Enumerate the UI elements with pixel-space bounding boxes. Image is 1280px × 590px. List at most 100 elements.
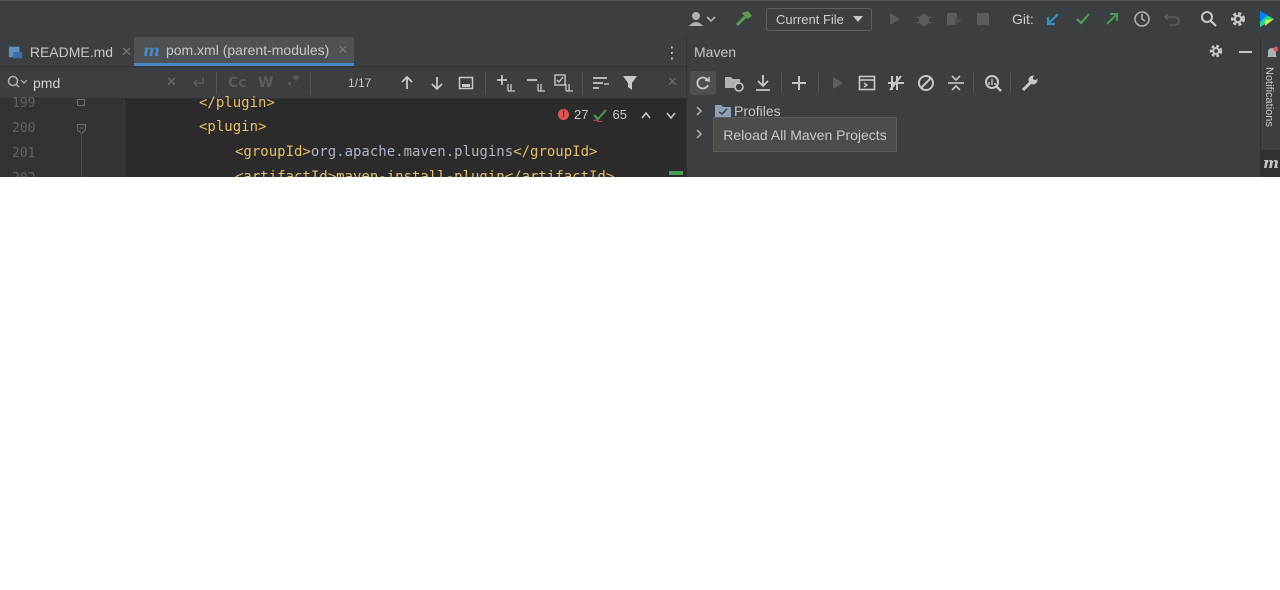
xml-open-tag: <groupId> <box>235 144 311 160</box>
add-icon[interactable] <box>791 74 807 96</box>
skip-tests-icon[interactable] <box>917 74 935 96</box>
error-count: 27 <box>574 107 589 122</box>
search-icon[interactable] <box>1198 8 1220 30</box>
git-push-icon[interactable] <box>1101 8 1123 30</box>
settings-icon[interactable] <box>1227 8 1249 30</box>
rollback-icon[interactable] <box>1161 8 1183 30</box>
tab-pom-label: pom.xml (parent-modules) <box>165 42 330 58</box>
change-marker <box>669 171 683 175</box>
match-case-toggle[interactable]: Cc <box>228 75 247 91</box>
editor-gutter: 199 200 201 202 <box>0 96 124 177</box>
xml-value: org.apache.maven.plugins <box>310 144 514 160</box>
fold-marker-icon[interactable] <box>77 99 85 106</box>
whole-word-toggle[interactable]: W <box>258 75 273 91</box>
tab-readme[interactable]: README.md ✕ <box>8 37 132 66</box>
main-toolbar: Current File Git: <box>0 0 1280 37</box>
debug-icon[interactable] <box>913 8 935 30</box>
warning-count: 65 <box>612 107 627 122</box>
line-number: 201 <box>12 146 36 161</box>
maven-panel-title: Maven <box>694 44 737 60</box>
line-number: 202 <box>12 171 35 177</box>
code-line: </plugin> <box>199 95 275 111</box>
divider <box>310 72 311 94</box>
run-icon[interactable] <box>831 75 845 95</box>
arrow-down-icon[interactable] <box>429 75 445 95</box>
add-occurrence-icon[interactable] <box>496 74 516 96</box>
clear-search-icon[interactable]: ✕ <box>166 75 177 90</box>
error-icon: ! <box>558 109 569 120</box>
code-line: <groupId>org.apache.maven.plugins</group… <box>235 144 597 160</box>
close-icon[interactable]: ✕ <box>667 75 678 90</box>
gutter-divider <box>124 99 125 177</box>
maven-file-icon: m <box>143 40 160 60</box>
show-in-panel-icon[interactable] <box>458 75 474 95</box>
divider <box>216 72 217 94</box>
tooltip: Reload All Maven Projects <box>713 117 897 152</box>
divider <box>1010 73 1011 93</box>
divider <box>781 73 782 93</box>
divider <box>582 72 583 94</box>
analyze-dependencies-icon[interactable] <box>983 74 1003 96</box>
filter-search-results-icon[interactable] <box>592 75 610 95</box>
coverage-icon[interactable] <box>943 8 965 30</box>
chevron-down-icon <box>853 16 863 22</box>
stop-icon[interactable] <box>972 8 994 30</box>
match-count: 1/17 <box>348 76 372 90</box>
collapse-all-icon[interactable] <box>947 74 965 96</box>
generate-sources-icon[interactable] <box>724 74 744 96</box>
inspection-widget[interactable]: ! 27 65 <box>558 107 677 122</box>
wrench-icon[interactable] <box>1021 74 1039 96</box>
git-update-icon[interactable] <box>1042 8 1064 30</box>
notifications-tool-button[interactable]: Notifications <box>1263 67 1275 127</box>
toggle-offline-icon[interactable] <box>887 74 905 96</box>
chevron-up-icon[interactable] <box>640 110 652 120</box>
run-config-dropdown[interactable]: Current File <box>766 8 872 31</box>
fold-marker-icon[interactable] <box>77 123 86 135</box>
run-icon[interactable] <box>884 8 906 30</box>
find-bar: pmd ✕ Cc W .* 1/17 ✕ <box>0 67 686 99</box>
hammer-icon[interactable] <box>733 8 755 30</box>
divider <box>973 73 974 93</box>
close-icon[interactable]: ✕ <box>121 44 132 60</box>
search-input[interactable]: pmd <box>33 75 60 91</box>
xml-close-tag: </groupId> <box>513 144 598 160</box>
remove-occurrence-icon[interactable] <box>526 74 546 96</box>
line-number: 199 <box>12 96 36 111</box>
chevron-right-icon[interactable] <box>695 128 703 144</box>
close-icon[interactable]: ✕ <box>337 42 348 58</box>
editor-tab-bar: README.md ✕ m pom.xml (parent-modules) ✕… <box>0 37 686 67</box>
bell-icon[interactable] <box>1266 46 1279 64</box>
search-icon <box>7 75 28 93</box>
maven-panel-header: Maven <box>686 37 1260 67</box>
user-icon[interactable] <box>686 8 718 30</box>
execute-goal-icon[interactable] <box>858 74 876 96</box>
chevron-down-icon[interactable] <box>665 110 677 120</box>
maven-tool-button[interactable]: m <box>1261 150 1280 177</box>
select-all-occurrences-icon[interactable] <box>554 74 574 96</box>
divider <box>485 72 486 94</box>
chevron-right-icon[interactable] <box>695 105 703 121</box>
arrow-up-icon[interactable] <box>399 75 415 95</box>
git-label: Git: <box>1012 11 1034 27</box>
regex-toggle[interactable]: .* <box>287 73 300 89</box>
jetbrains-logo[interactable] <box>1256 8 1278 30</box>
history-icon[interactable] <box>1131 8 1153 30</box>
code-line: <artifactId>maven-install-plugin</artifa… <box>235 169 615 177</box>
reload-all-button[interactable] <box>690 71 716 95</box>
filter-icon[interactable] <box>622 75 638 95</box>
settings-icon[interactable] <box>1208 43 1224 63</box>
more-tabs-icon[interactable]: ⋮ <box>664 43 680 62</box>
fold-guide <box>81 133 82 177</box>
newline-icon[interactable] <box>190 74 206 94</box>
git-commit-icon[interactable] <box>1072 8 1094 30</box>
download-icon[interactable] <box>754 74 772 96</box>
minimize-icon[interactable] <box>1239 51 1252 53</box>
run-config-label: Current File <box>776 12 844 27</box>
tab-pom[interactable]: m pom.xml (parent-modules) ✕ <box>134 37 354 66</box>
markdown-file-icon <box>8 46 23 58</box>
code-editor[interactable]: 199 200 201 202 </plugin> <plugin> <grou… <box>0 95 686 177</box>
typo-check-icon <box>593 108 608 122</box>
ide-window: Current File Git: README.md ✕ m pom.xml … <box>0 0 1280 177</box>
code-line: <plugin> <box>199 119 267 135</box>
right-tool-strip: Notifications m <box>1260 37 1280 177</box>
